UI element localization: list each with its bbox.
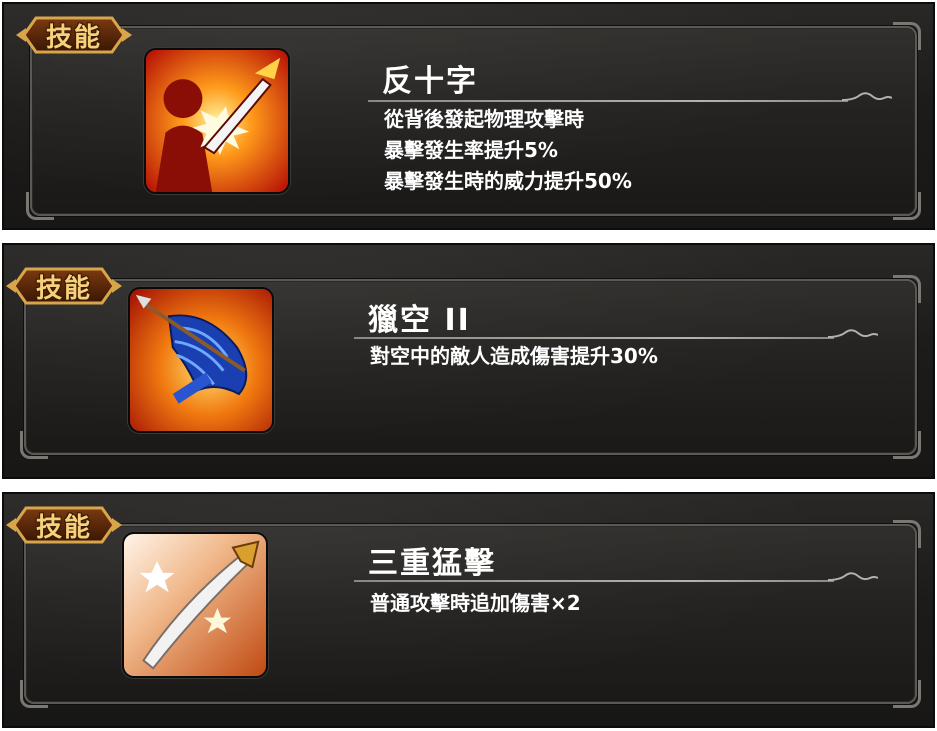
description-line: 暴擊發生率提升5% <box>384 138 558 162</box>
description-line: 對空中的敵人造成傷害提升30% <box>370 344 658 368</box>
sword-slash-icon <box>122 532 268 678</box>
badge-label: 技能 <box>35 512 92 543</box>
flourish-icon <box>828 329 878 338</box>
badge-label: 技能 <box>35 273 92 304</box>
description-line: 從背後發起物理攻擊時 <box>384 107 584 131</box>
skill-description: 普通攻擊時追加傷害×2 <box>370 588 581 619</box>
flourish-icon <box>828 572 878 581</box>
cross-strike-icon <box>144 48 290 194</box>
skill-name: 獵空 II <box>368 303 471 338</box>
skill-card-3: 技能 三重猛擊 普通攻擊時追加傷害×2 <box>2 492 935 728</box>
skill-badge: 技能 <box>4 498 124 552</box>
description-line: 普通攻擊時追加傷害×2 <box>370 591 581 615</box>
arrow-wing-icon <box>128 287 274 433</box>
skill-divider <box>368 100 848 102</box>
skill-name: 反十字 <box>382 64 478 99</box>
badge-label: 技能 <box>45 22 102 53</box>
skill-name: 三重猛擊 <box>368 546 496 581</box>
skill-divider <box>354 337 834 339</box>
skill-description: 從背後發起物理攻擊時 暴擊發生率提升5% 暴擊發生時的威力提升50% <box>384 104 632 197</box>
description-line: 暴擊發生時的威力提升50% <box>384 169 632 193</box>
skill-divider <box>354 580 834 582</box>
skill-card-1: 技能 反十字 從背後發起物理攻擊時 暴擊發生率提升5% 暴擊發生時的威力提升50… <box>2 2 935 230</box>
skill-card-2: 技能 獵空 II 對空中的敵人造成傷害提升30% <box>2 243 935 479</box>
flourish-icon <box>842 92 892 101</box>
skill-badge: 技能 <box>4 259 124 313</box>
skill-badge: 技能 <box>14 8 134 62</box>
skill-description: 對空中的敵人造成傷害提升30% <box>370 341 658 372</box>
